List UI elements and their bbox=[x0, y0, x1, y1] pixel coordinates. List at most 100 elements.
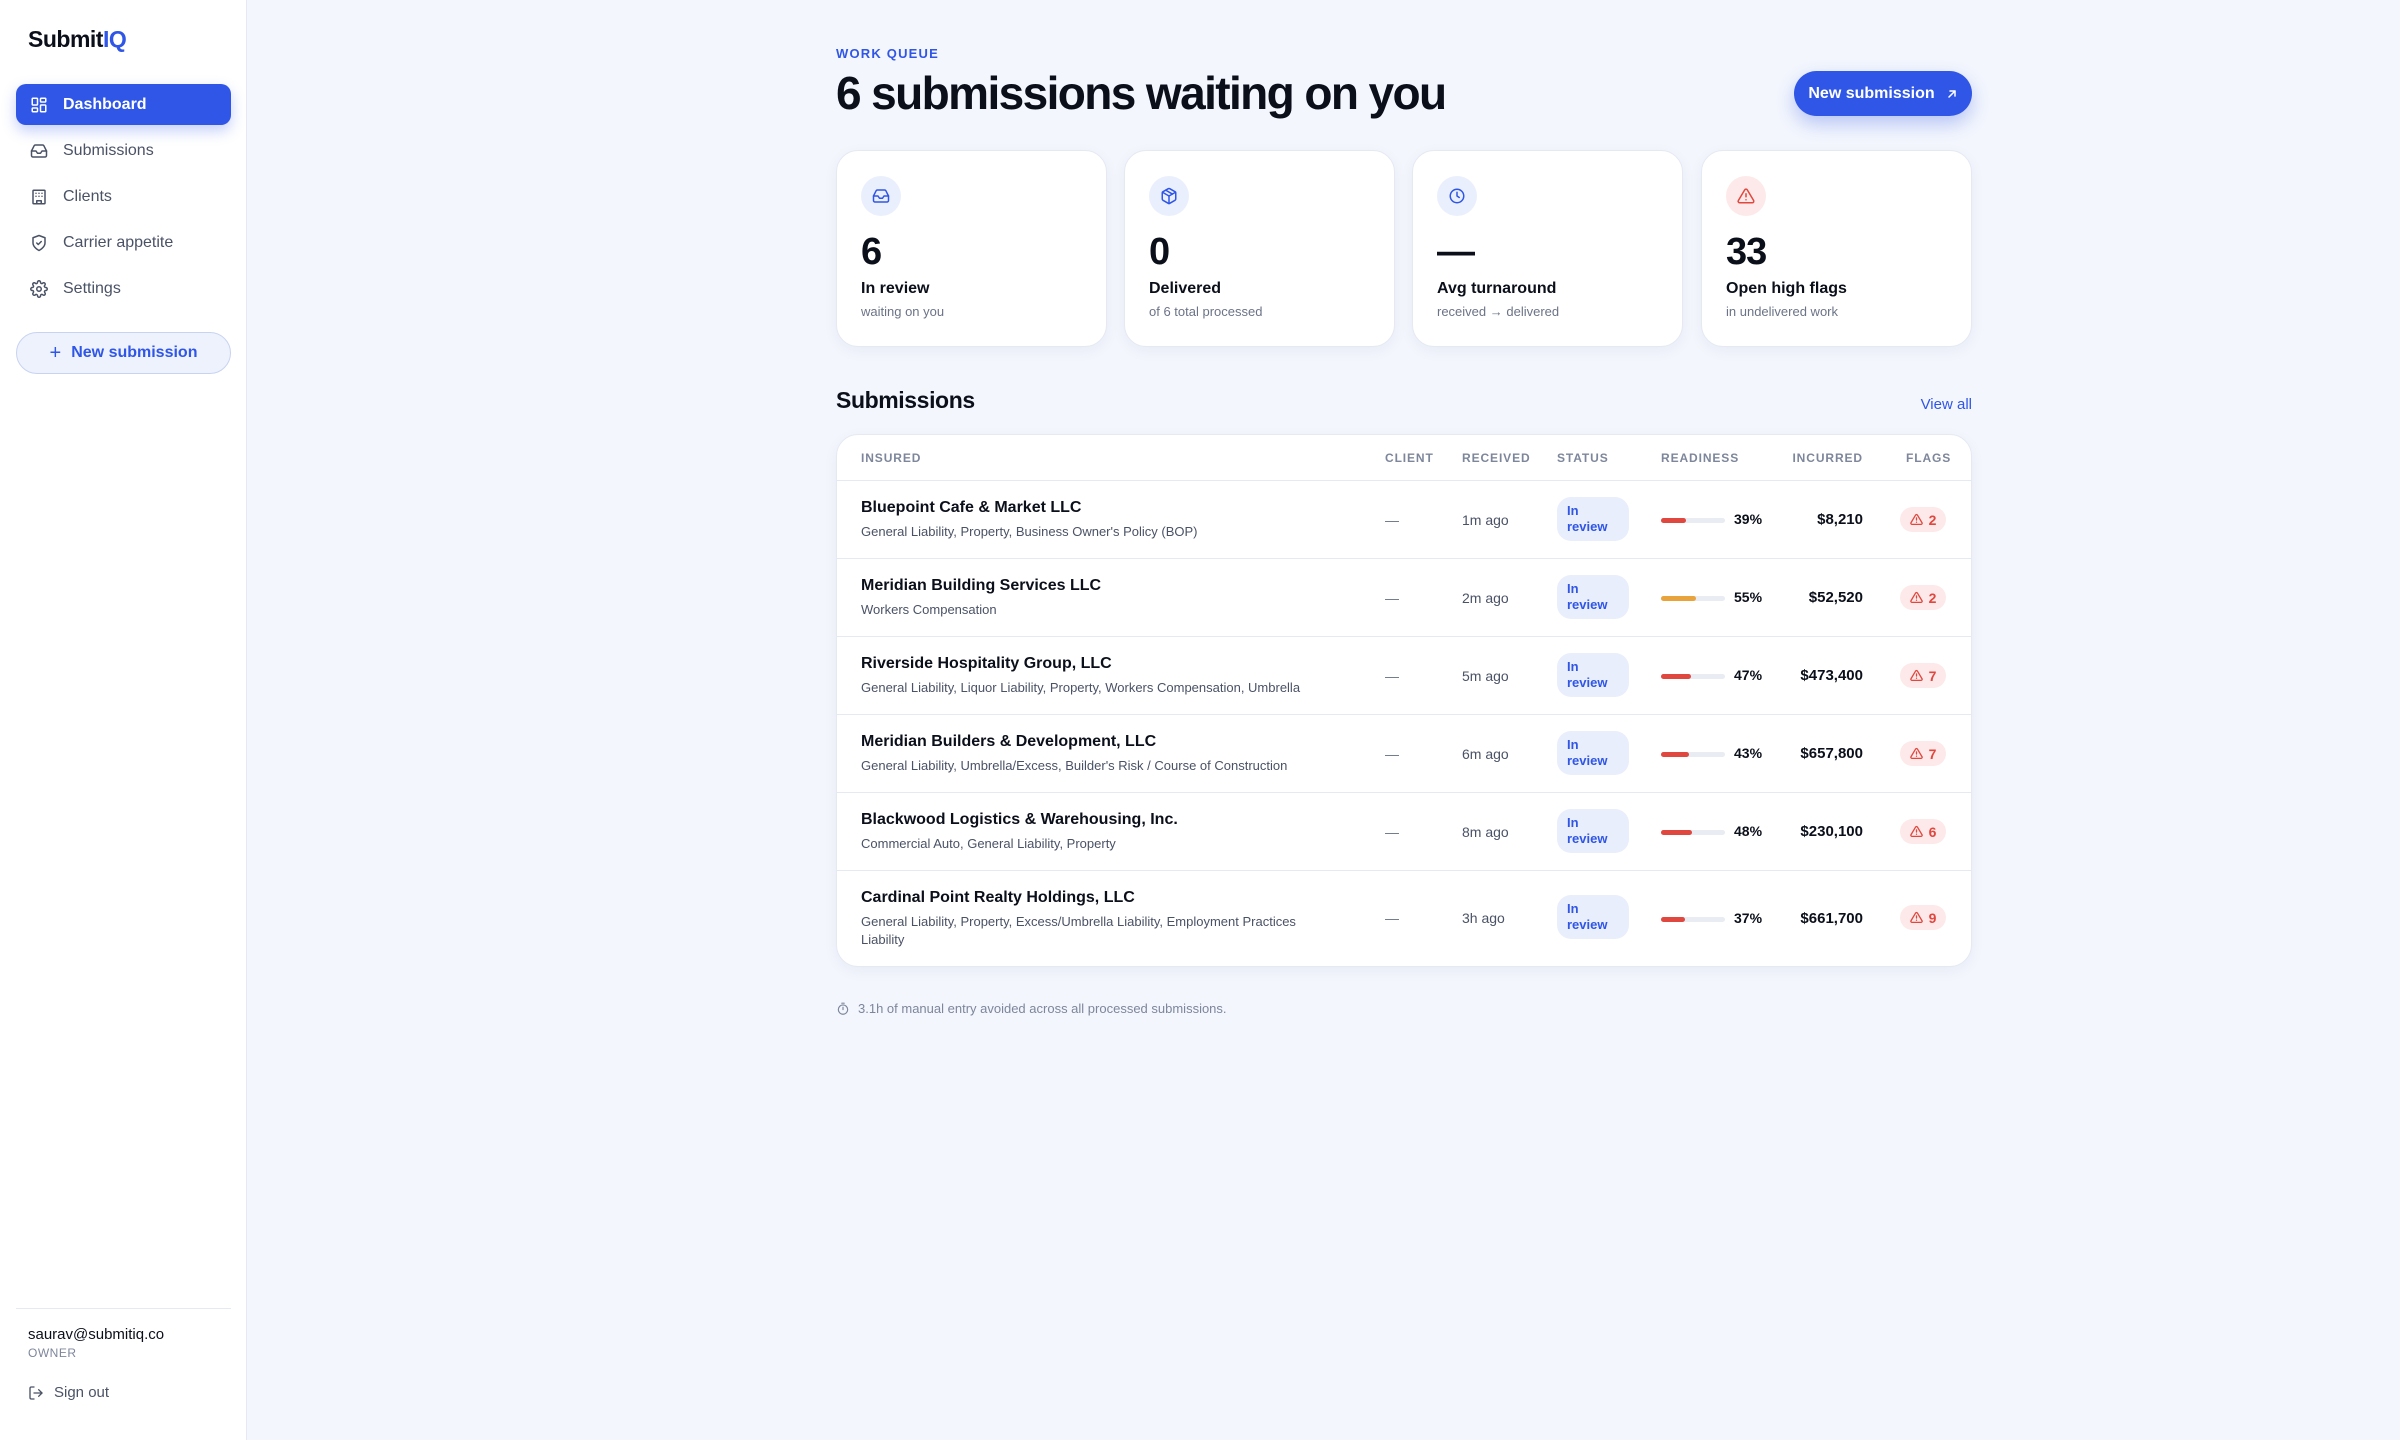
alert-triangle-icon bbox=[1909, 747, 1923, 760]
sidebar-item-label: Submissions bbox=[63, 141, 154, 159]
stat-sublabel: in undelivered work bbox=[1726, 304, 1839, 319]
sidebar: SubmitIQ Dashboard Submissions Clients C… bbox=[0, 0, 247, 1440]
column-header-readiness[interactable]: READINESS bbox=[1661, 451, 1739, 465]
alert-triangle-icon bbox=[1909, 591, 1923, 604]
flags-count: 2 bbox=[1928, 589, 1937, 606]
readiness-percent: 47% bbox=[1734, 667, 1763, 683]
shield-icon bbox=[30, 234, 48, 252]
page-title: 6 submissions waiting on you bbox=[836, 67, 1447, 119]
table-row[interactable]: Meridian Building Services LLC Workers Co… bbox=[837, 559, 1971, 637]
flags-count: 6 bbox=[1928, 823, 1937, 840]
column-header-incurred[interactable]: INCURRED bbox=[1792, 451, 1863, 465]
column-header-received[interactable]: RECEIVED bbox=[1462, 451, 1531, 465]
stat-label: In review bbox=[861, 280, 930, 297]
table-row[interactable]: Riverside Hospitality Group, LLC General … bbox=[837, 637, 1971, 715]
sign-out-button[interactable]: Sign out bbox=[28, 1384, 109, 1401]
table-row[interactable]: Meridian Builders & Development, LLC Gene… bbox=[837, 715, 1971, 793]
sidebar-item-label: Carrier appetite bbox=[63, 233, 174, 251]
inbox-icon bbox=[861, 176, 901, 216]
received-time: 2m ago bbox=[1462, 590, 1509, 606]
sidebar-item-dashboard[interactable]: Dashboard bbox=[16, 84, 231, 125]
app-logo[interactable]: SubmitIQ bbox=[28, 26, 127, 53]
new-submission-label: New submission bbox=[1808, 84, 1935, 102]
flags-badge[interactable]: 2 bbox=[1900, 585, 1946, 610]
readiness-bar-fill bbox=[1661, 596, 1697, 601]
readiness-bar bbox=[1661, 830, 1725, 835]
new-submission-label: New submission bbox=[71, 344, 198, 361]
insured-lines-of-business: General Liability, Liquor Liability, Pro… bbox=[861, 680, 1301, 695]
footnote: 3.1h of manual entry avoided across all … bbox=[836, 1001, 1227, 1016]
readiness-bar-fill bbox=[1661, 917, 1685, 922]
alert-triangle-icon bbox=[1909, 669, 1923, 682]
received-time: 5m ago bbox=[1462, 668, 1509, 684]
header-new-submission-button[interactable]: New submission bbox=[1794, 71, 1972, 116]
flags-badge[interactable]: 7 bbox=[1900, 663, 1946, 688]
readiness-percent: 43% bbox=[1734, 745, 1763, 761]
status-badge: In review bbox=[1557, 895, 1629, 939]
stat-sublabel: received → delivered bbox=[1437, 304, 1560, 319]
readiness-bar bbox=[1661, 752, 1725, 757]
column-header-client[interactable]: CLIENT bbox=[1385, 451, 1434, 465]
readiness-bar-fill bbox=[1661, 830, 1692, 835]
sidebar-item-submissions[interactable]: Submissions bbox=[16, 130, 231, 171]
user-role: OWNER bbox=[28, 1346, 77, 1360]
sidebar-item-label: Dashboard bbox=[63, 95, 147, 113]
readiness-bar bbox=[1661, 674, 1725, 679]
alert-triangle-icon bbox=[1909, 911, 1923, 924]
flags-badge[interactable]: 7 bbox=[1900, 741, 1946, 766]
page-eyebrow: WORK QUEUE bbox=[836, 46, 939, 61]
stat-sublabel: of 6 total processed bbox=[1149, 304, 1263, 319]
flags-badge[interactable]: 6 bbox=[1900, 819, 1946, 844]
received-time: 3h ago bbox=[1462, 910, 1505, 926]
insured-name: Meridian Building Services LLC bbox=[861, 577, 1102, 594]
insured-lines-of-business: General Liability, Umbrella/Excess, Buil… bbox=[861, 758, 1288, 773]
arrow-up-right-icon bbox=[1947, 89, 1956, 98]
stat-card-delivered: 0 Delivered of 6 total processed bbox=[1124, 150, 1395, 347]
sidebar-new-submission-button[interactable]: + New submission bbox=[16, 332, 231, 374]
status-badge: In review bbox=[1557, 809, 1629, 853]
client-value: — bbox=[1385, 910, 1399, 926]
table-row[interactable]: Blackwood Logistics & Warehousing, Inc. C… bbox=[837, 793, 1971, 871]
client-value: — bbox=[1385, 512, 1399, 528]
incurred-amount: $8,210 bbox=[1817, 511, 1863, 528]
readiness-percent: 37% bbox=[1734, 910, 1763, 926]
flags-badge[interactable]: 9 bbox=[1900, 905, 1946, 930]
sidebar-item-settings[interactable]: Settings bbox=[16, 268, 231, 309]
flags-badge[interactable]: 2 bbox=[1900, 507, 1946, 532]
incurred-amount: $473,400 bbox=[1800, 667, 1863, 684]
column-header-status[interactable]: STATUS bbox=[1557, 451, 1609, 465]
package-icon bbox=[1149, 176, 1189, 216]
readiness-percent: 48% bbox=[1734, 823, 1763, 839]
readiness-bar bbox=[1661, 596, 1725, 601]
table-row[interactable]: Cardinal Point Realty Holdings, LLC Gener… bbox=[837, 871, 1971, 966]
view-all-link[interactable]: View all bbox=[1921, 396, 1972, 413]
submissions-table: INSURED CLIENT RECEIVED STATUS READINESS… bbox=[836, 434, 1972, 967]
column-header-flags[interactable]: FLAGS bbox=[1906, 451, 1951, 465]
submissions-section-title: Submissions bbox=[836, 387, 975, 413]
user-email: saurav@submitiq.co bbox=[28, 1326, 165, 1343]
stat-label: Avg turnaround bbox=[1437, 280, 1557, 297]
incurred-amount: $657,800 bbox=[1800, 745, 1863, 762]
stat-sublabel: waiting on you bbox=[861, 304, 945, 319]
sidebar-divider bbox=[16, 1308, 231, 1309]
insured-name: Blackwood Logistics & Warehousing, Inc. bbox=[861, 811, 1178, 828]
building-icon bbox=[30, 188, 48, 206]
status-badge: In review bbox=[1557, 575, 1629, 619]
insured-lines-of-business: General Liability, Property, Business Ow… bbox=[861, 524, 1198, 539]
dashboard-icon bbox=[30, 96, 48, 114]
client-value: — bbox=[1385, 590, 1399, 606]
sidebar-item-carrier-appetite[interactable]: Carrier appetite bbox=[16, 222, 231, 263]
stat-value: — bbox=[1437, 231, 1475, 273]
readiness-percent: 39% bbox=[1734, 511, 1763, 527]
flags-count: 9 bbox=[1928, 909, 1937, 926]
client-value: — bbox=[1385, 824, 1399, 840]
gear-icon bbox=[30, 279, 48, 298]
sidebar-item-clients[interactable]: Clients bbox=[16, 176, 231, 217]
flags-count: 7 bbox=[1928, 745, 1937, 762]
table-row[interactable]: Bluepoint Cafe & Market LLC General Liabi… bbox=[837, 481, 1971, 559]
column-header-insured[interactable]: INSURED bbox=[861, 451, 921, 465]
insured-name: Cardinal Point Realty Holdings, LLC bbox=[861, 889, 1135, 906]
status-badge: In review bbox=[1557, 653, 1629, 697]
footnote-text: 3.1h of manual entry avoided across all … bbox=[858, 1001, 1227, 1016]
status-badge: In review bbox=[1557, 731, 1629, 775]
